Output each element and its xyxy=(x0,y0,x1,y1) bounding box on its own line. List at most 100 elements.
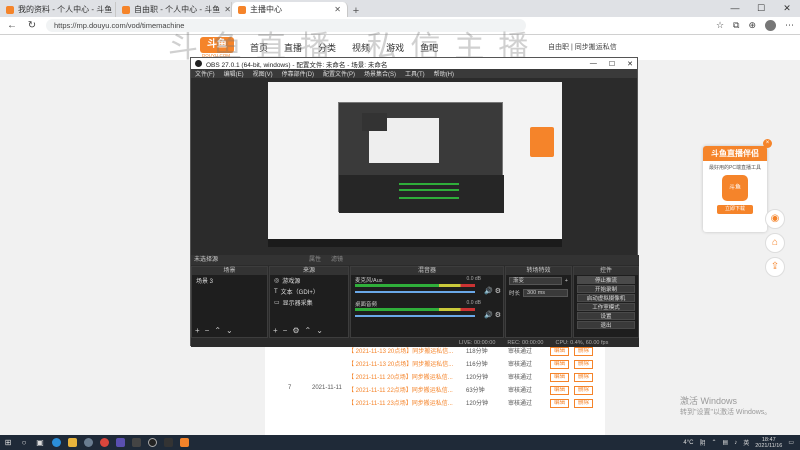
row-title-link[interactable]: 【 2021-11-11 22点场】同步搬运私信... xyxy=(348,385,458,394)
nav-item-live[interactable]: 直播 xyxy=(284,41,302,54)
menu-help[interactable]: 帮助(H) xyxy=(434,69,454,78)
delete-button[interactable]: 删除 xyxy=(574,399,594,408)
studio-mode-button[interactable]: 工作室模式 xyxy=(577,303,635,311)
edge-browser-icon[interactable] xyxy=(48,435,64,450)
menu-file[interactable]: 文件(F) xyxy=(195,69,215,78)
ime-indicator[interactable]: 英 xyxy=(743,438,749,447)
maximize-button[interactable]: ☐ xyxy=(748,0,774,17)
minimize-button[interactable]: — xyxy=(722,0,748,17)
filters-button[interactable]: 滤镜 xyxy=(331,255,343,265)
weather-temp[interactable]: 4°C xyxy=(683,440,693,446)
favorites-star-icon[interactable]: ☆ xyxy=(716,20,724,31)
stop-streaming-button[interactable]: 停止推流 xyxy=(577,276,635,284)
add-icon[interactable]: + xyxy=(565,278,568,284)
source-item[interactable]: ◎ 游戏源 xyxy=(270,275,348,286)
volume-slider[interactable] xyxy=(355,315,475,317)
task-view-icon[interactable]: ▣ xyxy=(32,435,48,450)
row-title-link[interactable]: 【 2021-11-13 20点场】同步搬运私信... xyxy=(348,359,458,368)
profile-avatar[interactable] xyxy=(765,20,776,31)
back-arrow-icon[interactable]: ← xyxy=(6,20,18,31)
notification-icon[interactable]: ▭ xyxy=(788,439,794,446)
menu-edit[interactable]: 编辑(E) xyxy=(224,69,244,78)
menu-view[interactable]: 视图(V) xyxy=(253,69,273,78)
source-item[interactable]: ▭ 显示器采集 xyxy=(270,297,348,308)
menu-docks[interactable]: 停靠部件(D) xyxy=(282,69,314,78)
virtual-camera-button[interactable]: 启动虚拟摄像机 xyxy=(577,294,635,302)
edit-button[interactable]: 编辑 xyxy=(550,347,570,356)
move-up-icon[interactable]: ⌃ xyxy=(214,326,221,335)
add-icon[interactable]: + xyxy=(195,326,200,335)
volume-icon[interactable]: ♪ xyxy=(734,440,737,446)
nav-item-game[interactable]: 游戏 xyxy=(386,41,404,54)
obs-close-button[interactable]: ✕ xyxy=(627,60,633,68)
scene-item[interactable]: 场景 3 xyxy=(192,275,267,286)
transition-select[interactable]: 渐变 xyxy=(509,277,562,285)
row-title-link[interactable]: 【 2021-11-11 20点场】同步搬运私信... xyxy=(348,372,458,381)
extensions-icon[interactable]: ⊕ xyxy=(748,20,756,31)
speaker-icon[interactable]: 🔊 xyxy=(484,287,493,295)
steam-icon[interactable] xyxy=(80,435,96,450)
edit-button[interactable]: 编辑 xyxy=(550,386,570,395)
exit-button[interactable]: 退出 xyxy=(577,321,635,329)
row-title-link[interactable]: 【 2021-11-13 20点场】同步搬运私信... xyxy=(348,346,458,355)
remove-icon[interactable]: − xyxy=(283,326,288,335)
widget-close-icon[interactable]: × xyxy=(763,139,772,148)
header-user-area[interactable]: 自由职 | 同步搬运私信 xyxy=(548,42,617,52)
side-record-icon[interactable]: ◉ xyxy=(765,209,785,229)
edit-button[interactable]: 编辑 xyxy=(550,373,570,382)
delete-button[interactable]: 删除 xyxy=(574,373,594,382)
nav-item-category[interactable]: 分类 xyxy=(318,41,336,54)
close-icon[interactable]: ✕ xyxy=(224,5,231,14)
app-icon[interactable] xyxy=(128,435,144,450)
download-button[interactable]: 立即下载 xyxy=(717,205,753,214)
menu-tools[interactable]: 工具(T) xyxy=(405,69,425,78)
browser-tab-2[interactable]: 自由职 - 个人中心 - 斗鱼 ✕ xyxy=(116,2,232,17)
browser-tab-3[interactable]: 主播中心 ✕ xyxy=(232,2,348,17)
move-down-icon[interactable]: ⌄ xyxy=(226,326,233,335)
obs-maximize-button[interactable]: ☐ xyxy=(609,60,615,68)
file-explorer-icon[interactable] xyxy=(64,435,80,450)
chevron-up-icon[interactable]: ⌃ xyxy=(711,439,716,446)
browser-tab-1[interactable]: 我的资料 - 个人中心 - 斗鱼 ✕ xyxy=(0,2,116,17)
gear-icon[interactable]: ⚙ xyxy=(292,326,299,335)
duration-input[interactable]: 300 ms xyxy=(523,289,568,297)
nav-item-home[interactable]: 首页 xyxy=(250,41,268,54)
close-icon[interactable]: ✕ xyxy=(334,5,341,14)
search-icon[interactable]: ○ xyxy=(16,435,32,450)
settings-button[interactable]: 设置 xyxy=(577,312,635,320)
source-item[interactable]: T 文本（GDI+） xyxy=(270,286,348,297)
obs-preview-canvas[interactable] xyxy=(268,82,562,247)
delete-button[interactable]: 删除 xyxy=(574,386,594,395)
reload-icon[interactable]: ↻ xyxy=(26,20,38,31)
edit-button[interactable]: 编辑 xyxy=(550,399,570,408)
side-home-icon[interactable]: ⌂ xyxy=(765,233,785,253)
close-window-button[interactable]: ✕ xyxy=(774,0,800,17)
add-icon[interactable]: + xyxy=(273,326,278,335)
douyu-taskbar-icon[interactable] xyxy=(176,435,192,450)
menu-profile[interactable]: 配置文件(P) xyxy=(323,69,355,78)
start-recording-button[interactable]: 开始录制 xyxy=(577,285,635,293)
nav-item-yuba[interactable]: 鱼吧 xyxy=(420,41,438,54)
move-up-icon[interactable]: ⌃ xyxy=(305,326,312,335)
delete-button[interactable]: 删除 xyxy=(574,360,594,369)
row-title-link[interactable]: 【 2021-11-11 23点场】同步搬运私信... xyxy=(348,398,458,407)
nav-item-video[interactable]: 视频 xyxy=(352,41,370,54)
gear-icon[interactable]: ⚙ xyxy=(495,311,501,319)
clock[interactable]: 18:47 2021/11/16 xyxy=(755,437,782,449)
volume-slider[interactable] xyxy=(355,291,475,293)
delete-button[interactable]: 删除 xyxy=(574,347,594,356)
gear-icon[interactable]: ⚙ xyxy=(495,287,501,295)
collections-icon[interactable]: ⧉ xyxy=(733,20,739,31)
obs-taskbar-icon[interactable] xyxy=(144,435,160,450)
chrome-icon[interactable] xyxy=(96,435,112,450)
new-tab-button[interactable]: + xyxy=(348,5,364,17)
properties-button[interactable]: 属性 xyxy=(309,255,321,265)
side-upload-icon[interactable]: ⇪ xyxy=(765,257,785,277)
edit-button[interactable]: 编辑 xyxy=(550,360,570,369)
remove-icon[interactable]: − xyxy=(205,326,210,335)
menu-scene-collection[interactable]: 场景集合(S) xyxy=(364,69,396,78)
url-input[interactable]: https://mp.douyu.com/vod/timemachine xyxy=(46,19,526,32)
obs-minimize-button[interactable]: — xyxy=(590,60,597,68)
app-icon[interactable] xyxy=(112,435,128,450)
speaker-icon[interactable]: 🔊 xyxy=(484,311,493,319)
